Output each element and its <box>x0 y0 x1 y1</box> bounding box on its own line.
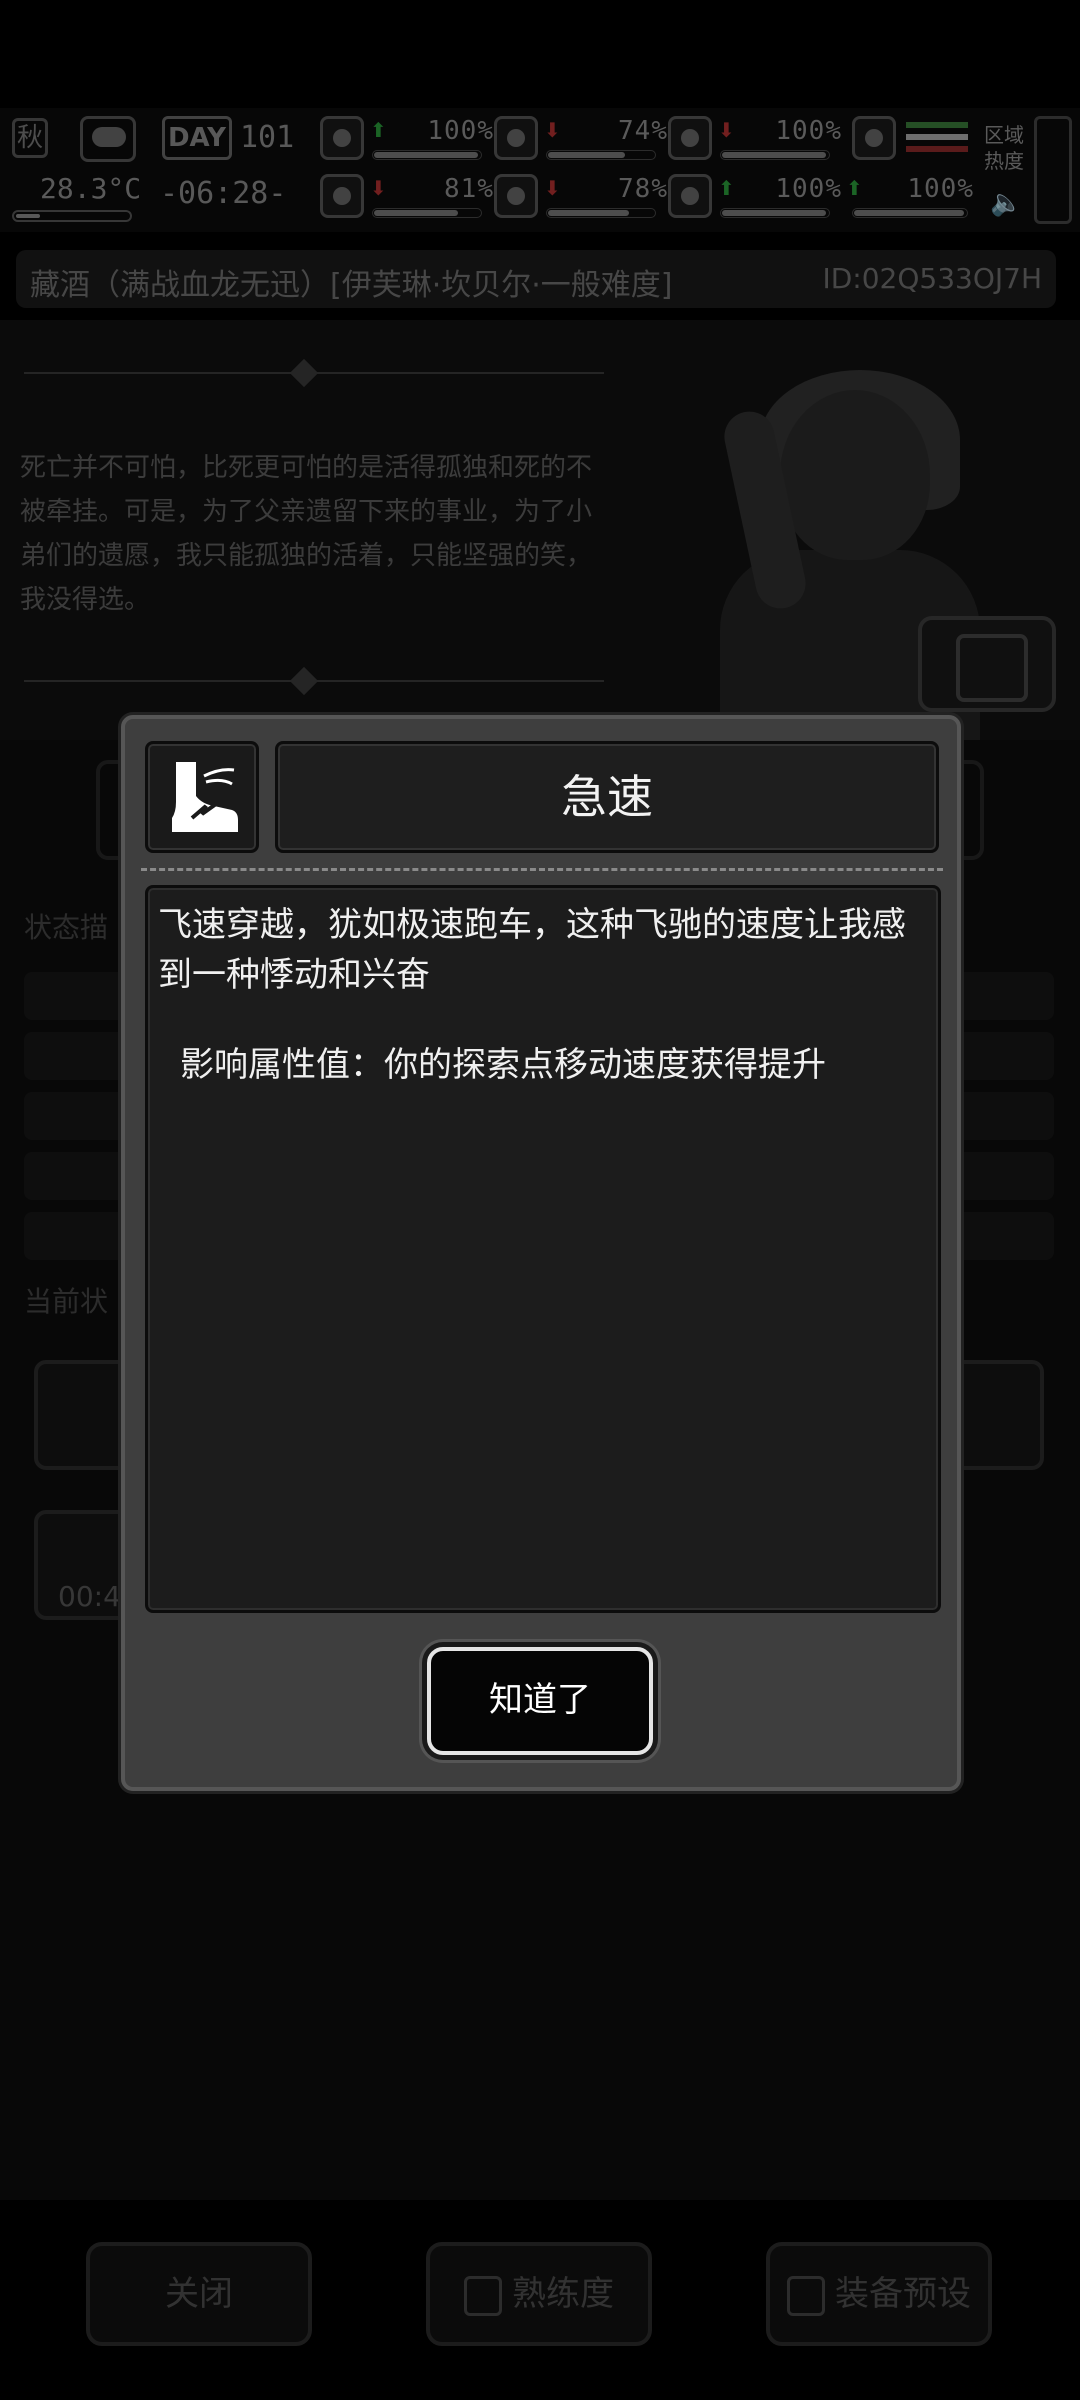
skill-description: 飞速穿越，犹如极速跑车，这种飞驰的速度让我感到一种悸动和兴奋 <box>158 905 906 995</box>
skill-title: 急速 <box>561 770 653 824</box>
dashed-divider <box>141 868 943 871</box>
winged-boot-icon <box>145 741 259 853</box>
confirm-button[interactable]: 知道了 <box>427 1647 653 1755</box>
skill-effect: 影响属性值：你的探索点移动速度获得提升 <box>180 1045 826 1085</box>
skill-detail-dialog: 急速 飞速穿越，犹如极速跑车，这种飞驰的速度让我感到一种悸动和兴奋 影响属性值：… <box>121 715 961 1791</box>
skill-title-box: 急速 <box>275 741 939 853</box>
skill-description-box[interactable]: 飞速穿越，犹如极速跑车，这种飞驰的速度让我感到一种悸动和兴奋 影响属性值：你的探… <box>145 885 941 1613</box>
confirm-label: 知道了 <box>489 1680 591 1720</box>
